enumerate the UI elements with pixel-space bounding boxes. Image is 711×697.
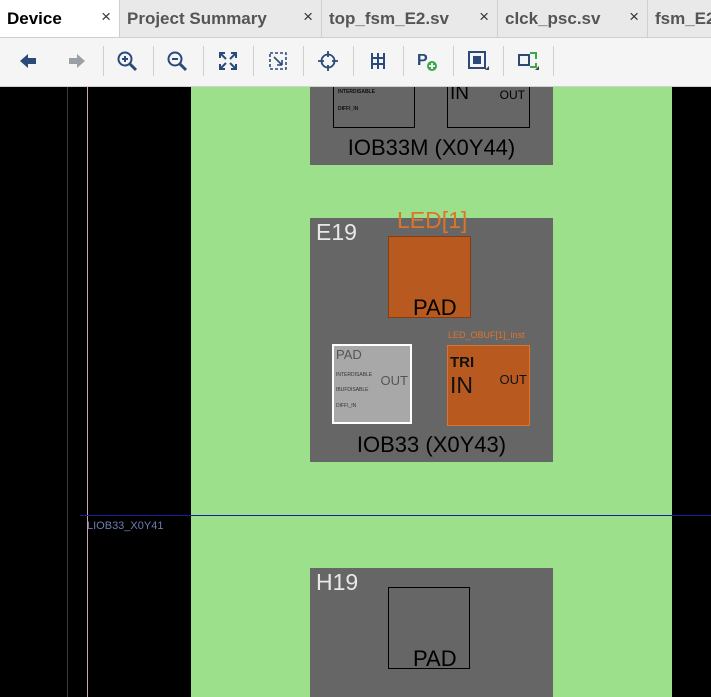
toolbar-separator <box>403 46 404 76</box>
site-name: IOB33 (X0Y43) <box>356 432 507 457</box>
in-label: IN <box>450 372 473 398</box>
tab-label: top_fsm_E2.sv <box>329 8 449 28</box>
device-toolbar: P <box>0 38 711 87</box>
cell-name-led: LED[1] <box>397 207 468 233</box>
close-icon[interactable]: × <box>479 7 489 27</box>
toolbar-separator <box>153 46 154 76</box>
tab-project-summary[interactable]: Project Summary × <box>120 0 322 37</box>
autofit-selection-icon[interactable] <box>515 48 541 74</box>
tab-label: clck_psc.sv <box>505 8 601 28</box>
pin-label: DIFFI_IN <box>336 403 357 409</box>
site-name: IOB33M (X0Y44) <box>347 135 516 160</box>
pin-label: DIFFI_IN <box>338 106 359 112</box>
toolbar-separator <box>453 46 454 76</box>
iob-site-e19[interactable]: E19 PAD LED[1] PAD INTERDISABLE IBUFDISA… <box>310 207 553 462</box>
iob-site-x0y44[interactable]: INTERDISABLE DIFFI_IN IN OUT IOB33M (X0Y… <box>310 87 553 165</box>
tab-fsm-e2[interactable]: fsm_E2 <box>648 0 711 37</box>
tile-boundary-line <box>67 87 68 697</box>
close-icon[interactable]: × <box>629 7 639 27</box>
package-pin-label: H19 <box>316 569 359 595</box>
toolbar-separator <box>553 46 554 76</box>
toolbar-separator <box>353 46 354 76</box>
zoom-in-icon[interactable] <box>114 48 140 74</box>
toolbar-separator <box>303 46 304 76</box>
package-pin-label: E19 <box>316 219 357 245</box>
pad-pin-label: PAD <box>336 347 362 362</box>
routing-resources-icon[interactable] <box>365 48 391 74</box>
pin-label: IBUFDISABLE <box>336 387 369 393</box>
device-canvas[interactable]: INTERDISABLE DIFFI_IN IN OUT IOB33M (X0Y… <box>0 87 711 697</box>
tab-label: fsm_E2 <box>655 8 711 28</box>
editor-tab-bar: Device × Project Summary × top_fsm_E2.sv… <box>0 0 711 38</box>
tri-label: TRI <box>450 354 475 371</box>
obuf-cell-box: IN OUT <box>447 87 530 128</box>
tab-label: Project Summary <box>127 8 267 28</box>
out-label: OUT <box>499 372 527 387</box>
close-icon[interactable]: × <box>101 7 111 27</box>
pad-cell[interactable]: PAD <box>388 587 470 671</box>
tab-clck-psc[interactable]: clck_psc.sv × <box>498 0 648 37</box>
iob-site-h19[interactable]: H19 PAD <box>310 568 553 697</box>
in-label: IN <box>450 87 469 104</box>
tab-label: Device <box>7 8 62 28</box>
tab-device[interactable]: Device × <box>0 0 120 37</box>
toolbar-separator <box>503 46 504 76</box>
pin-label: INTERDISABLE <box>338 89 375 95</box>
add-pblock-icon[interactable]: P <box>414 48 440 74</box>
ibuf-cell-selected[interactable]: PAD INTERDISABLE IBUFDISABLE DIFFI_IN OU… <box>332 344 412 424</box>
select-area-icon[interactable] <box>465 48 491 74</box>
obuf-cell-led[interactable]: TRI IN OUT <box>447 345 530 426</box>
tab-top-fsm-e2[interactable]: top_fsm_E2.sv × <box>322 0 498 37</box>
toolbar-separator <box>103 46 104 76</box>
zoom-fit-icon[interactable] <box>215 48 241 74</box>
svg-text:P: P <box>417 52 428 69</box>
out-label: OUT <box>499 88 525 102</box>
cell-name-obuf: LED_OBUF[1]_inst <box>448 330 525 340</box>
clock-region-boundary <box>80 515 711 516</box>
close-icon[interactable]: × <box>303 7 313 27</box>
pad-label: PAD <box>413 646 457 671</box>
back-icon[interactable] <box>15 48 41 74</box>
tile-boundary-line <box>87 87 88 697</box>
toolbar-separator <box>203 46 204 76</box>
forward-icon[interactable] <box>64 48 90 74</box>
pad-cell[interactable]: PAD <box>388 236 471 320</box>
pad-label: PAD <box>413 295 457 320</box>
ibuf-cell-box: INTERDISABLE DIFFI_IN <box>333 87 415 128</box>
tile-label: LIOB33_X0Y41 <box>87 520 164 532</box>
out-label: OUT <box>380 373 408 388</box>
zoom-selection-icon[interactable] <box>265 48 291 74</box>
zoom-out-icon[interactable] <box>164 48 190 74</box>
toolbar-separator <box>253 46 254 76</box>
pin-label: INTERDISABLE <box>336 372 373 378</box>
crosshair-icon[interactable] <box>315 48 341 74</box>
